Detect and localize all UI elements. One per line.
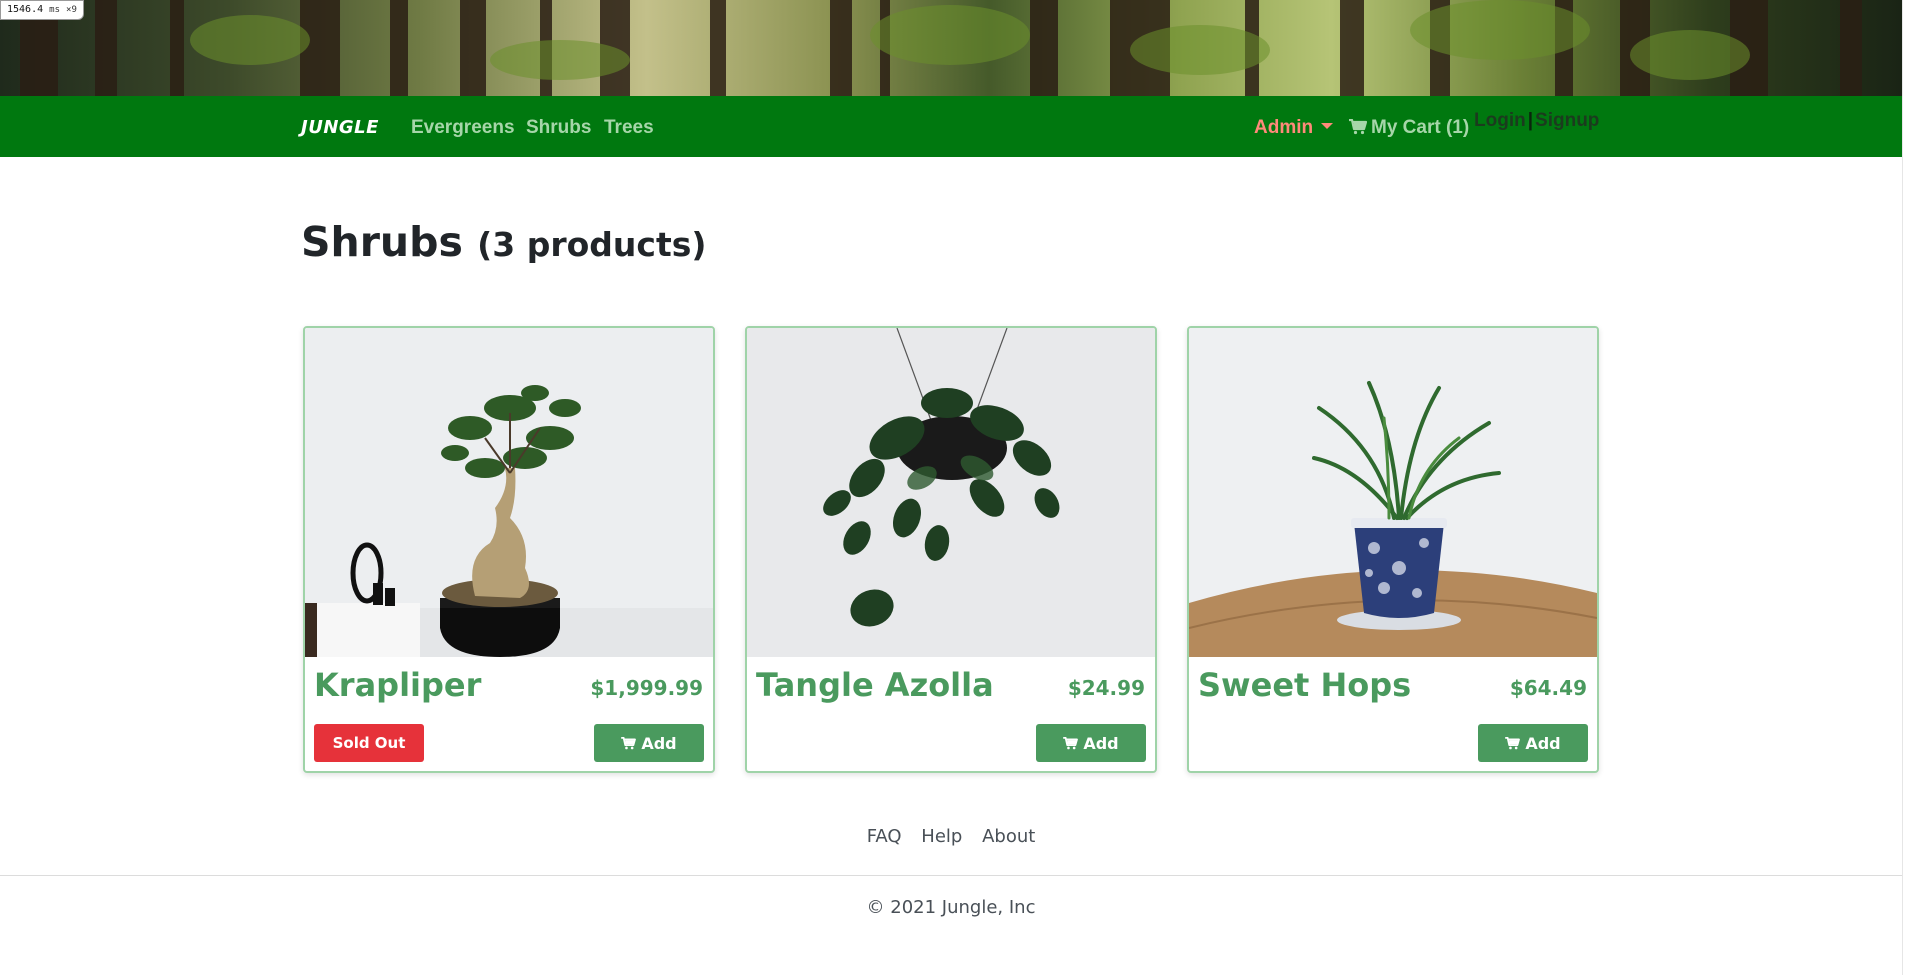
product-name[interactable]: Tangle Azolla	[756, 666, 994, 704]
brand-logo[interactable]: JUNGLE	[301, 117, 379, 138]
admin-label: Admin	[1254, 117, 1314, 138]
add-to-cart-button[interactable]: Add	[1036, 724, 1146, 762]
add-to-cart-button[interactable]: Add	[594, 724, 704, 762]
product-card-sweet-hops: Sweet Hops $64.49 Add	[1187, 326, 1599, 773]
render-timer-value: 1546.4	[7, 4, 44, 15]
login-link[interactable]: Login	[1474, 110, 1526, 131]
render-timer-unit: ms	[49, 5, 60, 15]
signup-link[interactable]: Signup	[1535, 110, 1599, 131]
cart-icon	[1063, 736, 1079, 749]
render-timer-multiplier: ×9	[66, 5, 77, 15]
cart-icon	[1505, 736, 1521, 749]
add-to-cart-button[interactable]: Add	[1478, 724, 1588, 762]
my-cart-label: My Cart (1)	[1371, 117, 1470, 138]
nav-link-evergreens[interactable]: Evergreens	[411, 117, 515, 139]
admin-dropdown[interactable]: Admin	[1254, 117, 1334, 139]
product-price: $24.99	[1067, 676, 1145, 700]
cart-icon	[1349, 119, 1367, 135]
footer-divider	[0, 875, 1902, 876]
product-image-sweet-hops[interactable]	[1189, 328, 1597, 657]
add-button-label: Add	[1083, 733, 1119, 753]
product-card-tangle-azolla: Tangle Azolla $24.99 Add	[745, 326, 1157, 773]
product-image-tangle-azolla[interactable]	[747, 328, 1155, 657]
product-price: $1,999.99	[590, 676, 703, 700]
page-title-text: Shrubs	[301, 218, 463, 266]
main-navbar: JUNGLE Evergreens Shrubs Trees Admin My …	[0, 96, 1902, 157]
potted-palm-image	[1189, 328, 1597, 657]
product-name[interactable]: Sweet Hops	[1198, 666, 1411, 704]
forest-banner	[0, 0, 1902, 96]
page-title: Shrubs (3 products)	[301, 218, 706, 266]
footer-link-help[interactable]: Help	[921, 826, 962, 847]
caret-down-icon	[1321, 123, 1334, 129]
render-timer-badge: 1546.4 ms ×9	[0, 0, 84, 20]
footer-links: FAQ Help About	[0, 826, 1902, 847]
my-cart-link[interactable]: My Cart (1)	[1349, 117, 1469, 139]
product-price: $64.49	[1509, 676, 1587, 700]
sold-out-badge: Sold Out	[314, 724, 424, 762]
product-card-krapliper: Krapliper $1,999.99 Sold Out Add	[303, 326, 715, 773]
copyright-text: © 2021 Jungle, Inc	[866, 897, 1036, 918]
add-button-label: Add	[1525, 733, 1561, 753]
auth-links: Login | Signup	[1474, 110, 1599, 132]
product-name[interactable]: Krapliper	[314, 666, 481, 704]
nav-link-trees[interactable]: Trees	[604, 117, 654, 139]
window-edge	[1902, 0, 1907, 975]
auth-separator: |	[1527, 110, 1534, 131]
forest-banner-art	[20, 0, 1862, 96]
footer-link-about[interactable]: About	[982, 826, 1035, 847]
add-button-label: Add	[641, 733, 677, 753]
nav-link-shrubs[interactable]: Shrubs	[526, 117, 591, 139]
cart-icon	[621, 736, 637, 749]
product-count: (3 products)	[477, 225, 707, 264]
hanging-plant-image	[747, 328, 1155, 657]
product-image-krapliper[interactable]	[305, 328, 713, 657]
bonsai-plant-image	[305, 328, 713, 657]
footer-link-faq[interactable]: FAQ	[867, 826, 902, 847]
